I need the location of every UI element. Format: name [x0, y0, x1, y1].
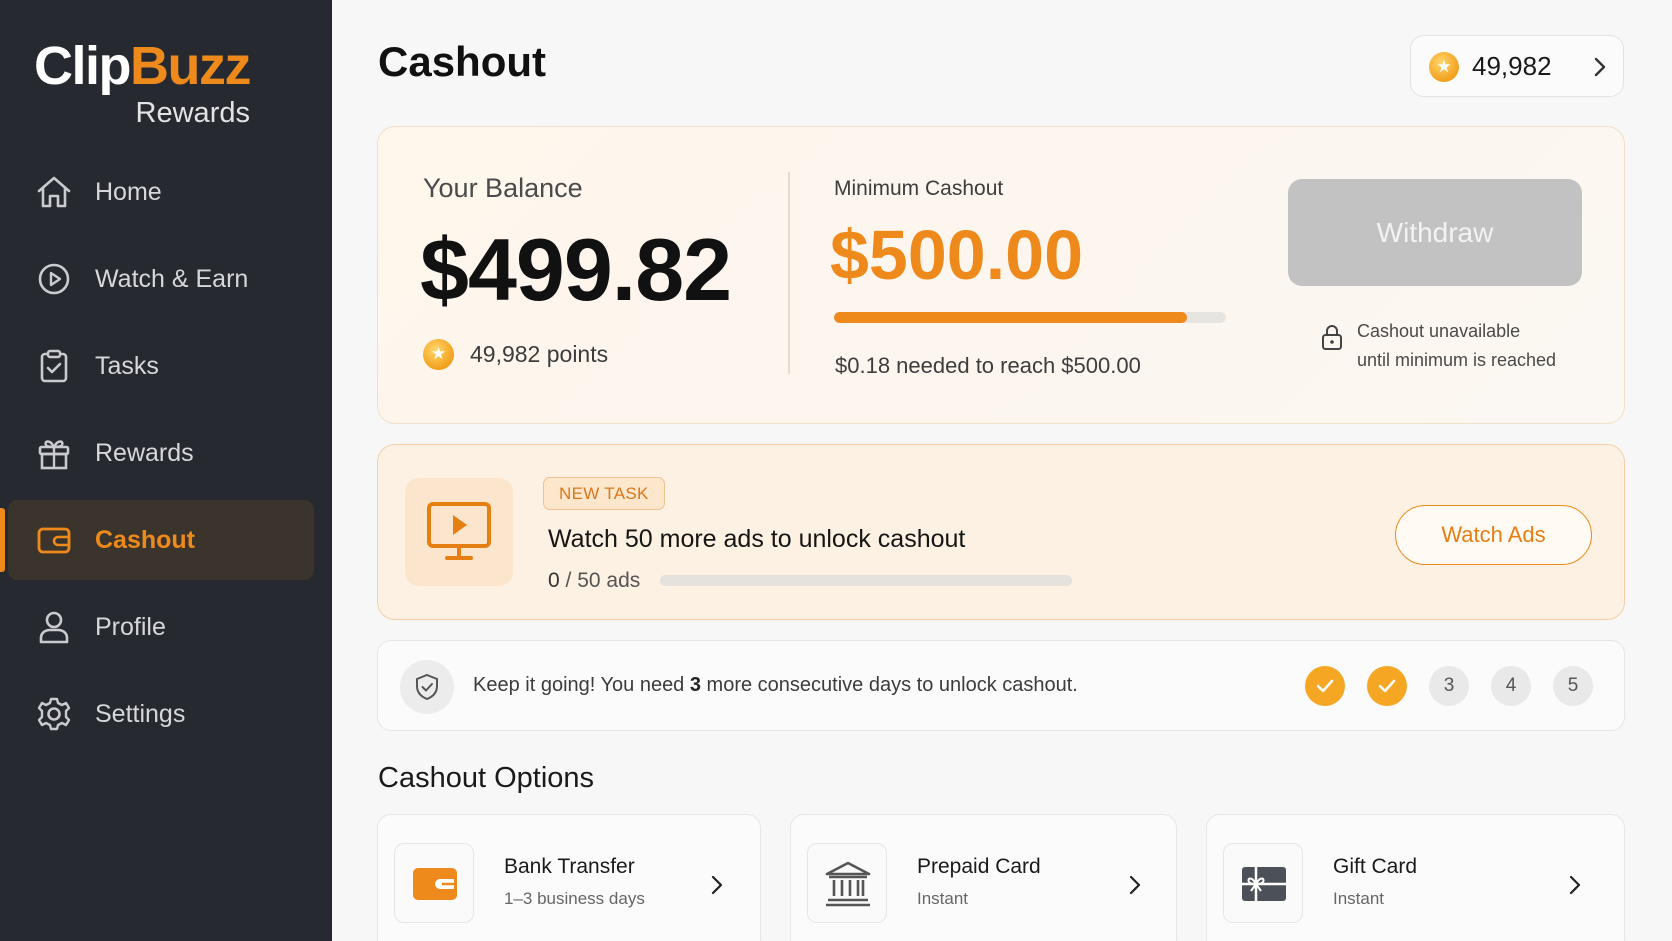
sidebar-item-tasks[interactable]: Tasks	[8, 326, 314, 406]
minimum-cashout-amount: $500.00	[830, 216, 1084, 294]
gift-card-icon	[1242, 867, 1286, 901]
task-progress-bar	[660, 575, 1072, 586]
sidebar-item-label: Tasks	[95, 351, 159, 380]
chevron-right-icon	[1594, 57, 1606, 77]
chevron-right-icon	[711, 875, 723, 895]
sidebar-item-watch-earn[interactable]: Watch & Earn	[8, 239, 314, 319]
option-bank-transfer[interactable]: Bank Transfer 1–3 business days	[377, 814, 761, 941]
cashout-unavailable-note: Cashout unavailable until minimum is rea…	[1357, 317, 1617, 375]
play-circle-icon	[38, 263, 70, 295]
option-gift-card[interactable]: Gift Card Instant	[1206, 814, 1625, 941]
balance-amount: $499.82	[420, 220, 732, 319]
option-subtext: Instant	[1333, 889, 1385, 908]
balance-points: ★ 49,982 points	[423, 337, 608, 371]
option-icon-box	[807, 843, 887, 923]
clipboard-check-icon	[40, 349, 68, 383]
task-card: NEW TASK Watch 50 more ads to unlock cas…	[377, 444, 1625, 620]
option-subtext: 1–3 business days	[504, 889, 645, 908]
sidebar-item-profile[interactable]: Profile	[8, 587, 314, 667]
streak-day-1	[1305, 666, 1345, 706]
check-icon	[1316, 679, 1334, 693]
chevron-right-icon	[1569, 875, 1581, 895]
page-title: Cashout	[378, 38, 546, 85]
option-icon-box	[394, 843, 474, 923]
coin-star-icon: ★	[1429, 52, 1459, 82]
points-balance-button[interactable]: ★ 49,982	[1410, 35, 1624, 97]
streak-text-after: more consecutive days to unlock cashout.	[701, 674, 1078, 696]
lock-icon	[1322, 325, 1342, 350]
task-progress-done: 0	[548, 569, 560, 592]
option-prepaid-card[interactable]: Prepaid Card Instant	[790, 814, 1177, 941]
amount-needed-text: $0.18 needed to reach $500.00	[835, 353, 1141, 378]
cashout-progress-bar	[834, 312, 1226, 323]
balance-card: Your Balance $499.82 ★ 49,982 points Min…	[377, 126, 1625, 424]
home-icon	[37, 176, 71, 208]
sidebar-item-label: Home	[95, 177, 162, 206]
option-name: Gift Card	[1333, 855, 1418, 878]
brand-logo: ClipBuzz Rewards	[34, 36, 251, 130]
streak-day-5: 5	[1553, 666, 1593, 706]
brand-subtitle: Rewards	[135, 97, 250, 129]
option-subtext: Instant	[917, 889, 969, 908]
sidebar-item-cashout[interactable]: Cashout	[0, 500, 314, 580]
sidebar-item-rewards[interactable]: Rewards	[8, 413, 314, 493]
sidebar: ClipBuzz Rewards Home Watch & Earn Tasks…	[0, 0, 332, 941]
cashout-unavailable-line1: Cashout unavailable	[1357, 321, 1521, 341]
balance-label: Your Balance	[423, 173, 583, 203]
divider	[788, 172, 790, 374]
streak-day-2	[1367, 666, 1407, 706]
brand-name-part1: Clip	[34, 36, 132, 96]
streak-message: Keep it going! You need 3 more consecuti…	[473, 674, 1078, 697]
monitor-play-icon	[427, 502, 491, 560]
sidebar-item-label: Cashout	[95, 525, 195, 554]
cashout-options-title: Cashout Options	[378, 762, 595, 794]
sidebar-item-label: Watch & Earn	[95, 264, 249, 293]
coin-star-icon: ★	[423, 338, 454, 370]
balance-points-text: 49,982 points	[470, 340, 609, 367]
streak-day-3: 3	[1429, 666, 1469, 706]
sidebar-item-settings[interactable]: Settings	[8, 674, 314, 754]
task-progress-text: 0 / 50 ads	[548, 569, 640, 593]
streak-card: Keep it going! You need 3 more consecuti…	[377, 640, 1625, 731]
watch-ads-button[interactable]: Watch Ads	[1395, 505, 1592, 565]
points-value: 49,982	[1472, 51, 1552, 81]
sidebar-item-label: Profile	[95, 612, 166, 641]
streak-day-4: 4	[1491, 666, 1531, 706]
brand-name-part2: Buzz	[130, 36, 251, 96]
sidebar-item-label: Settings	[95, 699, 186, 728]
task-title: Watch 50 more ads to unlock cashout	[548, 525, 966, 553]
wallet-icon	[413, 868, 457, 900]
cashout-unavailable-line2: until minimum is reached	[1357, 350, 1557, 370]
streak-text-before: Keep it going! You need	[473, 674, 690, 696]
option-icon-box	[1223, 843, 1303, 923]
withdraw-button[interactable]: Withdraw	[1288, 179, 1582, 286]
shield-check-icon	[416, 673, 438, 701]
minimum-cashout-label: Minimum Cashout	[834, 177, 1004, 200]
sidebar-item-home[interactable]: Home	[8, 152, 314, 232]
shield-badge	[400, 660, 454, 714]
option-name: Bank Transfer	[504, 855, 635, 878]
new-task-badge: NEW TASK	[543, 477, 665, 510]
check-icon	[1378, 679, 1396, 693]
cashout-progress-fill	[834, 312, 1187, 323]
user-icon	[39, 611, 69, 644]
bank-icon	[825, 861, 871, 907]
chevron-right-icon	[1129, 875, 1141, 895]
task-progress-total: / 50 ads	[559, 569, 641, 592]
sidebar-item-label: Rewards	[95, 438, 194, 467]
gear-icon	[37, 697, 71, 731]
gift-icon	[38, 440, 70, 470]
streak-count: 3	[689, 674, 701, 696]
task-thumbnail	[405, 478, 513, 586]
wallet-icon	[37, 527, 71, 554]
option-name: Prepaid Card	[917, 855, 1041, 878]
